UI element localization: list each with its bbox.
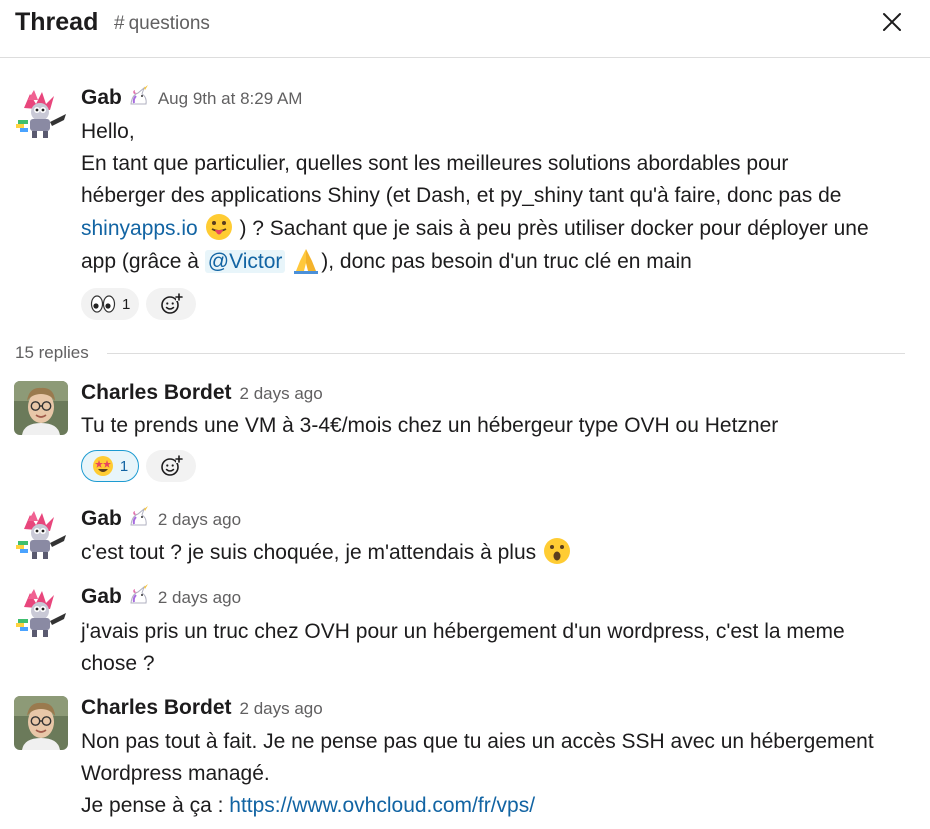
reaction-count: 1 [119,457,129,475]
star-struck-emoji-icon [92,456,113,476]
reaction-count: 1 [122,295,131,313]
timestamp[interactable]: 2 days ago [158,510,241,529]
add-reaction-button[interactable] [146,288,197,320]
message-line: Je pense à ça : https://www.ovhcloud.com… [81,790,911,822]
message-header: Charles Bordet 2 days ago [81,694,323,724]
message-line: Non pas tout à fait. Je ne pense pas que… [81,730,874,753]
message-line: shinyapps.io ) ? Sachant que je sais à p… [81,212,911,245]
timestamp[interactable]: Aug 9th at 8:29 AM [158,89,303,108]
ovhcloud-link[interactable]: https://www.ovhcloud.com/fr/vps/ [229,794,535,817]
channel-link[interactable]: # questions [114,12,210,36]
message-line: chose ? [81,652,155,675]
author-name[interactable]: Charles Bordet [81,696,232,719]
message-body: Non pas tout à fait. Je ne pense pas que… [81,726,911,822]
thread-title: Thread [15,8,99,36]
close-icon [883,13,901,31]
reaction-star-struck[interactable]: 1 [81,450,139,482]
replies-divider: 15 replies [15,343,905,363]
message-line: En tant que particulier, quelles sont le… [81,152,789,175]
message-body: Tu te prends une VM à 3-4€/mois chez un … [81,410,911,442]
avatar[interactable] [14,381,68,435]
message-header: Gab 2 days ago [81,505,241,535]
message-header: Charles Bordet 2 days ago [81,379,323,409]
user-mention[interactable]: @Victor [204,250,286,273]
author-name[interactable]: Gab [81,86,122,109]
author-name[interactable]: Charles Bordet [81,381,232,404]
reaction-bar: 1 [81,288,197,320]
tongue-out-emoji-icon [205,214,232,240]
add-reaction-icon [159,454,183,478]
message-body: c'est tout ? je suis choquée, je m'atten… [81,536,911,569]
message-body: j'avais pris un truc chez OVH pour un hé… [81,616,911,680]
divider-line [106,352,905,354]
message-body: Hello, En tant que particulier, quelles … [81,116,911,278]
message-text: Je pense à ça : [81,794,224,817]
message-text: c'est tout ? je suis choquée, je m'atten… [81,541,537,564]
folded-hands-emoji-icon [294,249,319,274]
add-reaction-icon [159,292,183,316]
message-text: ) ? Sachant que je sais à peu près utili… [239,217,869,240]
reaction-bar: 1 [81,450,196,482]
message-line: héberger des applications Shiny (et Dash… [81,184,842,207]
shinyapps-link[interactable]: shinyapps.io [81,217,198,240]
message-line: Wordpress managé. [81,762,270,785]
avatar[interactable] [14,696,68,750]
unicorn-icon [128,85,150,107]
avatar[interactable] [14,507,68,561]
author-name[interactable]: Gab [81,585,122,608]
thread-header: Thread # questions [0,0,930,58]
person-avatar-icon [14,381,68,435]
author-name[interactable]: Gab [81,507,122,530]
eyes-emoji-icon [90,295,116,313]
message-line: Hello, [81,120,135,143]
timestamp[interactable]: 2 days ago [158,588,241,607]
unicorn-avatar-icon [14,585,68,639]
message-text: ), donc pas besoin d'un truc clé en main [321,250,692,273]
channel-name: questions [128,13,210,34]
reaction-eyes[interactable]: 1 [81,288,140,320]
avatar[interactable] [14,86,68,140]
message-line: Tu te prends une VM à 3-4€/mois chez un … [81,414,779,437]
surprised-emoji-icon [543,538,570,564]
message-header: Gab 2 days ago [81,583,241,613]
unicorn-avatar-icon [14,86,68,140]
message-header: Gab Aug 9th at 8:29 AM [81,84,302,114]
avatar[interactable] [14,585,68,639]
unicorn-icon [128,584,150,606]
message-text: app (grâce à [81,250,199,273]
message-line: c'est tout ? je suis choquée, je m'atten… [81,536,911,569]
unicorn-avatar-icon [14,507,68,561]
timestamp[interactable]: 2 days ago [240,699,323,718]
timestamp[interactable]: 2 days ago [240,384,323,403]
close-button[interactable] [878,8,906,36]
hash-icon: # [114,13,125,34]
unicorn-icon [128,506,150,528]
message-line: app (grâce à @Victor ), donc pas besoin … [81,245,911,278]
message-line: j'avais pris un truc chez OVH pour un hé… [81,620,845,643]
add-reaction-button[interactable] [146,450,196,482]
person-avatar-icon [14,696,68,750]
replies-count: 15 replies [15,343,89,362]
